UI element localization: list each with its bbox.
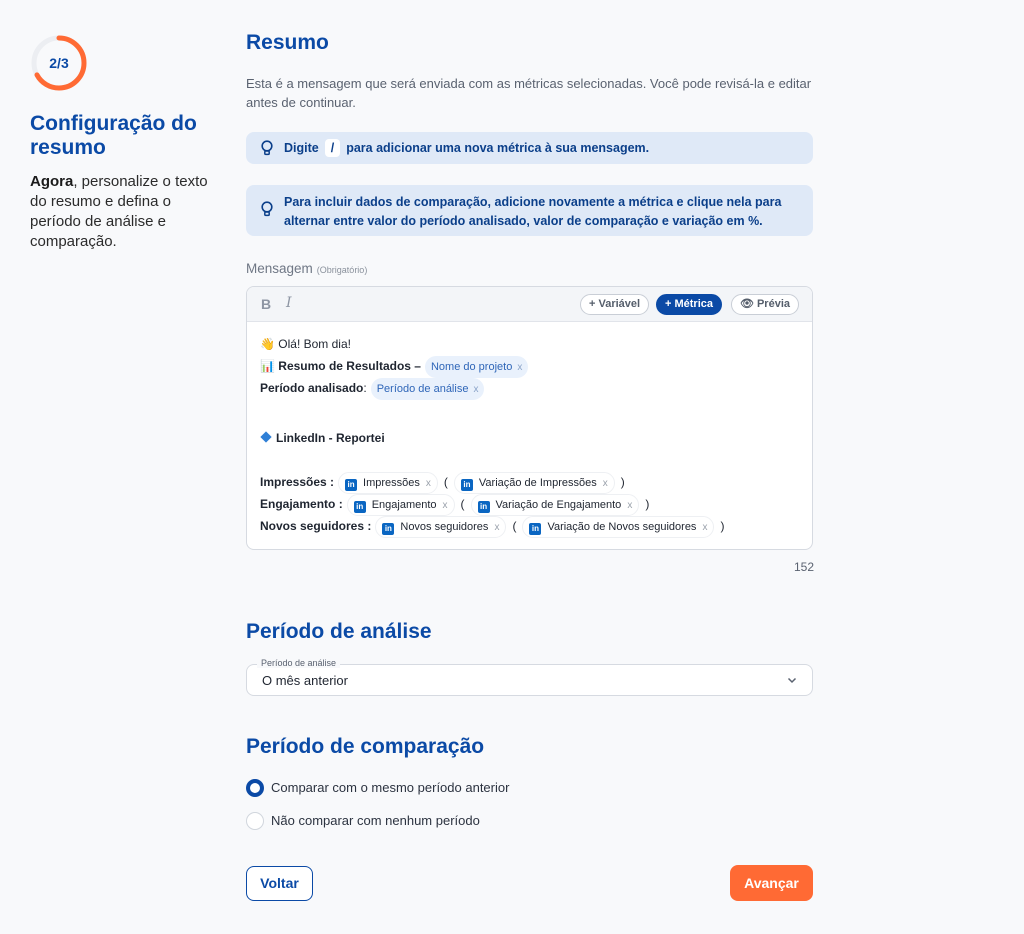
remove-chip-icon[interactable]: x — [627, 500, 632, 511]
metric-row-label: Impressões — [260, 475, 327, 489]
metric-row-label: Engajamento — [260, 497, 336, 511]
comparison-heading: Período de comparação — [246, 735, 485, 758]
results-label: 📊 Resumo de Resultados – — [260, 359, 421, 373]
linkedin-icon: in — [460, 479, 473, 491]
results-line: 📊 Resumo de Resultados – Nome do projeto x — [260, 355, 799, 378]
back-button[interactable]: Voltar — [246, 866, 313, 901]
metric-chip-label: Novos seguidores — [400, 521, 489, 533]
radio-no-compare[interactable]: Não comparar com nenhum período — [246, 812, 480, 830]
summary-heading: Resumo — [246, 31, 329, 54]
step-progress-ring: 2/3 — [30, 34, 88, 92]
variable-chip-label: Nome do projeto — [430, 361, 513, 373]
message-label-text: Mensagem — [246, 261, 313, 276]
step-title: Configuração do resumo — [30, 112, 197, 159]
variation-chip-label: Variação de Engajamento — [495, 499, 622, 511]
metric-chip-label: Engajamento — [371, 499, 437, 511]
linkedin-icon: in — [529, 523, 542, 535]
next-button[interactable]: Avançar — [730, 865, 813, 901]
remove-chip-icon[interactable]: x — [443, 500, 448, 511]
chevron-down-icon — [787, 677, 797, 684]
period-label: Período analisado — [260, 381, 364, 395]
linkedin-icon: in — [477, 501, 490, 513]
radio-dot[interactable] — [246, 812, 264, 830]
tip1-text-after: para adicionar uma nova métrica à sua me… — [346, 141, 650, 155]
italic-button[interactable]: I — [286, 295, 292, 311]
analysis-period-value: O mês anterior — [262, 673, 348, 688]
linkedin-icon: in — [353, 501, 366, 513]
variable-chip[interactable]: Nome do projeto x — [424, 356, 529, 378]
variation-chip-label: Variação de Impressões — [478, 477, 597, 489]
remove-chip-icon[interactable]: x — [494, 522, 499, 533]
analysis-period-select[interactable]: Período de análise O mês anterior — [246, 658, 813, 696]
metric-chip[interactable]: in Engajamento x — [346, 494, 455, 516]
analysis-field-label: Período de análise — [257, 658, 341, 668]
message-label: Mensagem (Obrigatório) — [246, 261, 367, 276]
editor-content[interactable]: 👋 Olá! Bom dia! 📊 Resumo de Resultados –… — [247, 322, 812, 548]
add-variable-button[interactable]: + Variável — [580, 294, 650, 315]
metric-rows: Impressões : in Impressões x(in Variação de … — [260, 471, 799, 538]
required-note: (Obrigatório) — [316, 265, 368, 275]
summary-intro: Esta é a mensagem que será enviada com a… — [246, 76, 812, 110]
step-description-bold: Agora — [30, 173, 74, 190]
step-description: Agora, personalize o texto do resumo e d… — [30, 172, 220, 252]
section-title: LinkedIn - Reportei — [276, 431, 385, 445]
section-line: LinkedIn - Reportei — [260, 427, 799, 449]
radio-compare-previous[interactable]: Comparar com o mesmo período anterior — [246, 779, 509, 797]
lightbulb-icon — [261, 201, 273, 217]
slash-key: / — [324, 139, 341, 157]
remove-chip-icon[interactable]: x — [517, 362, 522, 373]
eye-icon: 👁 — [740, 298, 754, 310]
preview-button[interactable]: 👁 Prévia — [731, 294, 799, 315]
remove-chip-icon[interactable]: x — [473, 384, 478, 395]
radio-dot[interactable] — [246, 779, 264, 797]
metric-chip[interactable]: in Impressões x — [338, 472, 438, 494]
message-editor[interactable]: B I + Variável + Métrica 👁 Prévia 👋 Olá! … — [246, 286, 813, 550]
greeting-line: 👋 Olá! Bom dia! — [260, 337, 351, 351]
metric-chip[interactable]: in Novos seguidores x — [375, 516, 507, 538]
step-indicator: 2/3 — [49, 55, 69, 71]
char-counter: 152 — [793, 560, 814, 574]
radio-label: Não comparar com nenhum período — [271, 813, 480, 828]
metric-row: Engajamento : in Engajamento x(in Variação d… — [260, 493, 799, 516]
variable-chip-label: Período de análise — [376, 383, 469, 395]
variation-chip[interactable]: in Variação de Engajamento x — [470, 494, 640, 516]
step-sidebar: 2/3 Configuração do resumo Agora, person… — [30, 34, 220, 252]
variation-chip[interactable]: in Variação de Impressões x — [453, 472, 615, 494]
metric-row: Impressões : in Impressões x(in Variação de … — [260, 471, 799, 494]
blue-diamond-icon — [260, 431, 272, 443]
tip-slash-command: Digite / para adicionar uma nova métrica à… — [246, 132, 813, 164]
tip1-text-before: Digite — [284, 141, 319, 155]
variation-chip[interactable]: in Variação de Novos seguidores x — [522, 516, 715, 538]
tip-comparison: Para incluir dados de comparação, adicio… — [246, 185, 813, 236]
metric-chip-label: Impressões — [363, 477, 420, 489]
metric-row-label: Novos seguidores — [260, 519, 365, 533]
remove-chip-icon[interactable]: x — [702, 522, 707, 533]
linkedin-icon: in — [345, 479, 358, 491]
lightbulb-icon — [261, 140, 273, 156]
variable-chip[interactable]: Período de análise x — [370, 378, 485, 400]
variation-chip-label: Variação de Novos seguidores — [547, 521, 697, 533]
bold-button[interactable]: B — [261, 296, 271, 312]
radio-label: Comparar com o mesmo período anterior — [271, 780, 510, 795]
preview-label: Prévia — [756, 298, 790, 310]
remove-chip-icon[interactable]: x — [603, 478, 608, 489]
analysis-heading: Período de análise — [246, 620, 432, 643]
linkedin-icon: in — [382, 523, 395, 535]
remove-chip-icon[interactable]: x — [426, 478, 431, 489]
metric-row: Novos seguidores : in Novos seguidores x(in… — [260, 515, 799, 538]
editor-toolbar: B I + Variável + Métrica 👁 Prévia — [247, 287, 812, 322]
tip2-text: Para incluir dados de comparação, adicio… — [284, 195, 782, 228]
add-metric-button[interactable]: + Métrica — [656, 294, 722, 315]
period-line: Período analisado: Período de análise x — [260, 377, 799, 400]
